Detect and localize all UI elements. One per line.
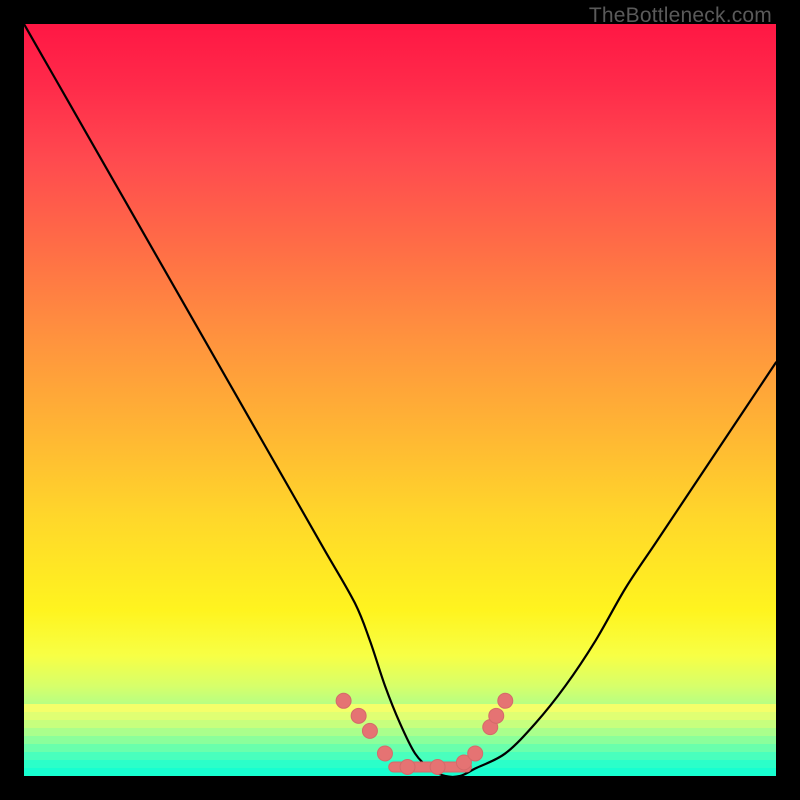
threshold-dot [362,723,377,738]
threshold-dot [468,746,483,761]
threshold-dot [498,693,513,708]
curve-layer [24,24,776,776]
threshold-dot [351,708,366,723]
threshold-dot [400,759,415,774]
threshold-dot [489,708,504,723]
threshold-dot [336,693,351,708]
plot-area [24,24,776,776]
watermark-text: TheBottleneck.com [589,4,772,28]
bottleneck-curve [24,24,776,776]
threshold-dot [377,746,392,761]
chart-frame: TheBottleneck.com [0,0,800,800]
threshold-dot [430,759,445,774]
